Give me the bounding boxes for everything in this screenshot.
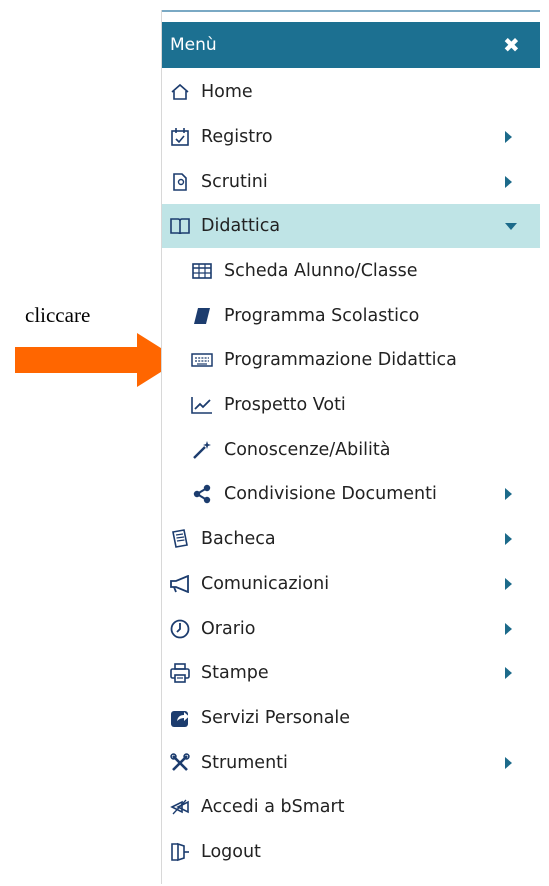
side-menu: Menù ✖ Home Registro Scrutini Didattica	[161, 10, 540, 884]
chevron-right-icon	[505, 176, 512, 188]
menu-item-label: Home	[201, 82, 253, 102]
menu-item-label: Programmazione Didattica	[224, 350, 457, 370]
submenu-item-conoscenze-abilita[interactable]: Conoscenze/Abilità	[162, 428, 540, 472]
chevron-right-icon	[505, 623, 512, 635]
print-icon	[169, 662, 191, 684]
menu-item-label: Servizi Personale	[201, 708, 351, 728]
share-icon	[191, 483, 213, 505]
menu-item-scrutini[interactable]: Scrutini	[162, 160, 540, 204]
close-icon[interactable]: ✖	[503, 33, 520, 57]
menu-item-label: Scheda Alunno/Classe	[224, 261, 418, 281]
menu-item-home[interactable]: Home	[162, 70, 540, 114]
menu-item-orario[interactable]: Orario	[162, 607, 540, 651]
menu-item-label: Accedi a bSmart	[201, 797, 345, 817]
keyboard-icon	[191, 349, 213, 371]
submenu-item-scheda-alunno[interactable]: Scheda Alunno/Classe	[162, 249, 540, 293]
chevron-right-icon	[505, 757, 512, 769]
chevron-right-icon	[505, 488, 512, 500]
chevron-right-icon	[505, 667, 512, 679]
home-icon	[169, 81, 191, 103]
menu-item-bacheca[interactable]: Bacheca	[162, 517, 540, 561]
book-open-icon	[169, 215, 191, 237]
menu-item-label: Stampe	[201, 663, 269, 683]
menu-item-didattica[interactable]: Didattica	[162, 204, 540, 248]
menu-item-servizi-personale[interactable]: Servizi Personale	[162, 696, 540, 740]
menu-item-label: Conoscenze/Abilità	[224, 440, 391, 460]
submenu-item-programma-scolastico[interactable]: Programma Scolastico	[162, 294, 540, 338]
chevron-right-icon	[505, 533, 512, 545]
menu-item-logout[interactable]: Logout	[162, 830, 540, 874]
menu-header: Menù ✖	[162, 22, 540, 68]
menu-item-label: Scrutini	[201, 172, 268, 192]
menu-item-label: Strumenti	[201, 753, 288, 773]
menu-top-border	[162, 10, 540, 12]
megaphone-icon	[169, 573, 191, 595]
book-icon	[191, 305, 213, 327]
tools-icon	[169, 752, 191, 774]
calendar-check-icon	[169, 126, 191, 148]
line-chart-icon	[191, 394, 213, 416]
menu-item-stampe[interactable]: Stampe	[162, 651, 540, 695]
menu-item-label: Bacheca	[201, 529, 276, 549]
menu-item-strumenti[interactable]: Strumenti	[162, 741, 540, 785]
chevron-right-icon	[505, 131, 512, 143]
orange-arrow-icon	[15, 333, 180, 387]
table-icon	[191, 260, 213, 282]
submenu-item-prospetto-voti[interactable]: Prospetto Voti	[162, 383, 540, 427]
menu-item-registro[interactable]: Registro	[162, 115, 540, 159]
magic-wand-icon	[191, 439, 213, 461]
menu-item-label: Orario	[201, 619, 256, 639]
menu-item-label: Registro	[201, 127, 273, 147]
menu-item-label: Condivisione Documenti	[224, 484, 437, 504]
newspaper-icon	[169, 528, 191, 550]
submenu-item-condivisione-documenti[interactable]: Condivisione Documenti	[162, 472, 540, 516]
annotation-label: cliccare	[25, 303, 91, 327]
menu-item-accedi-bsmart[interactable]: Accedi a bSmart	[162, 785, 540, 829]
menu-item-label: Logout	[201, 842, 261, 862]
chevron-right-icon	[505, 578, 512, 590]
menu-item-comunicazioni[interactable]: Comunicazioni	[162, 562, 540, 606]
logout-icon	[169, 841, 191, 863]
menu-title: Menù	[170, 35, 217, 55]
scrutini-icon	[169, 171, 191, 193]
share-square-icon	[169, 707, 191, 729]
menu-item-label: Programma Scolastico	[224, 306, 420, 326]
menu-item-label: Didattica	[201, 216, 281, 236]
bsmart-icon	[169, 796, 191, 818]
menu-item-label: Comunicazioni	[201, 574, 330, 594]
chevron-down-icon	[505, 223, 517, 230]
menu-item-label: Prospetto Voti	[224, 395, 346, 415]
clock-icon	[169, 618, 191, 640]
submenu-item-programmazione-didattica[interactable]: Programmazione Didattica	[162, 338, 540, 382]
